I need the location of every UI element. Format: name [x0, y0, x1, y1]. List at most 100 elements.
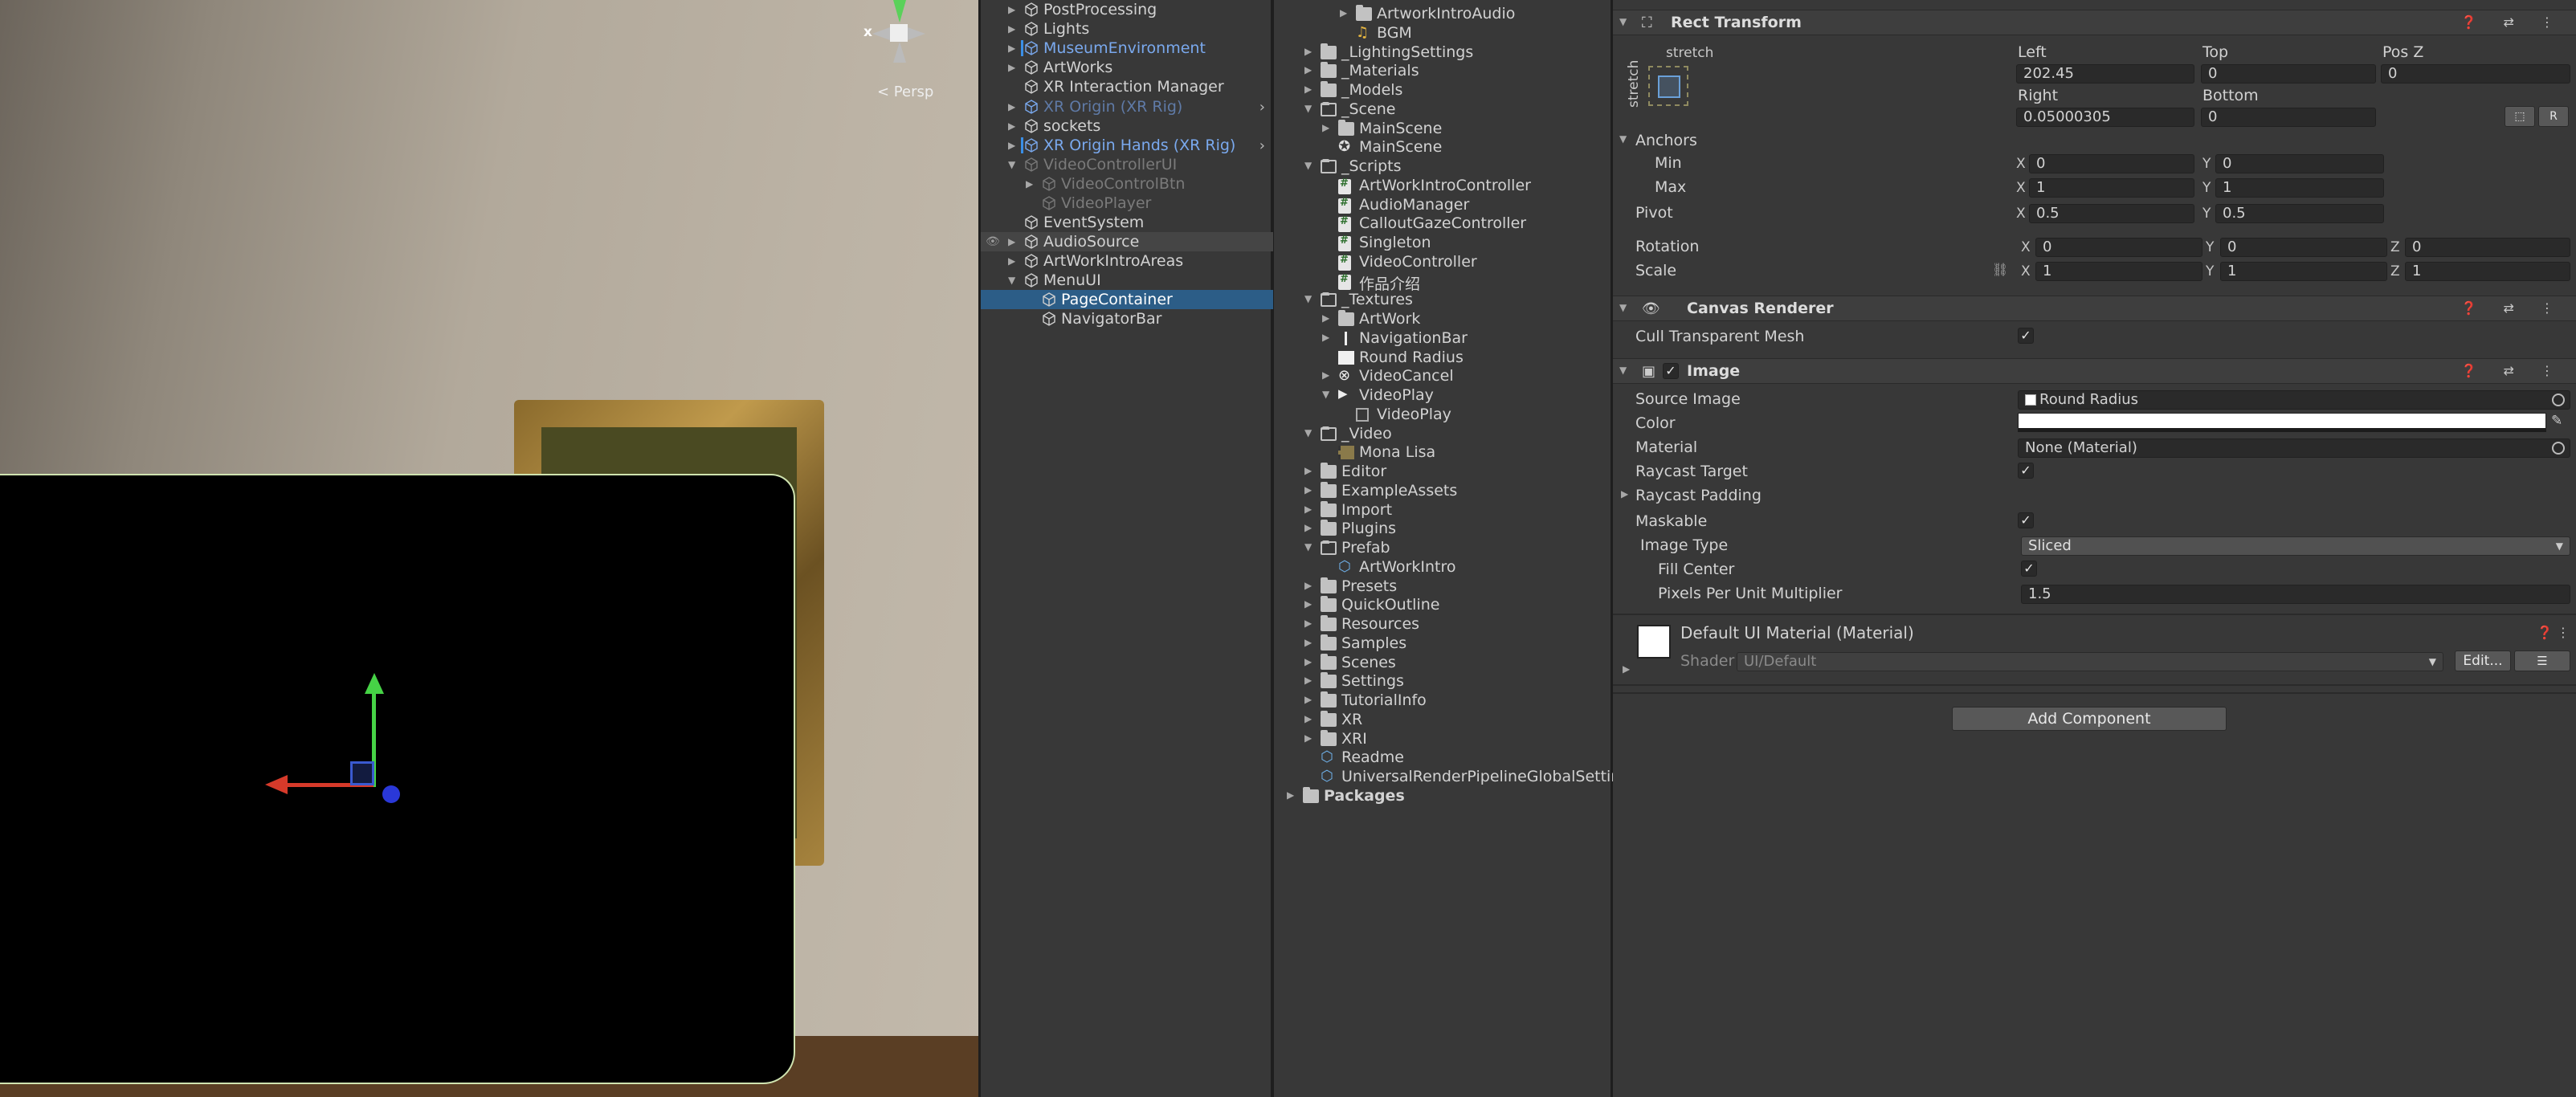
collapsed-arrow-icon[interactable]: ▶	[1304, 84, 1312, 95]
project-item[interactable]: ▶ _LightingSettings	[1274, 43, 1610, 63]
move-gizmo-z-axis[interactable]	[382, 785, 400, 803]
rect-transform-header[interactable]: ▼ ⛶ Rect Transform ❓ ⇄ ⋮	[1613, 10, 2576, 35]
project-item[interactable]: VideoController	[1274, 253, 1610, 272]
hierarchy-item[interactable]: ▶ ArtWorkIntroAreas	[981, 251, 1273, 271]
project-item[interactable]: ▶ _Materials	[1274, 62, 1610, 81]
project-item[interactable]: ▶ NavigationBar	[1274, 329, 1610, 349]
fill-center-checkbox[interactable]: ✓	[2021, 561, 2037, 577]
project-item[interactable]: ▶ ArtworkIntroAudio	[1274, 5, 1610, 24]
image-type-dropdown[interactable]: Sliced ▼	[2021, 536, 2570, 556]
collapsed-arrow-icon[interactable]: ▶	[1008, 101, 1015, 112]
hierarchy-item[interactable]: ▶ XR Origin Hands (XR Rig) ›	[981, 136, 1273, 155]
expanded-arrow-icon[interactable]: ▼	[1008, 275, 1015, 286]
hierarchy-item[interactable]: XR Interaction Manager	[981, 77, 1273, 96]
scale-x-field[interactable]: 1	[2035, 262, 2202, 281]
rot-z-field[interactable]: 0	[2405, 238, 2570, 257]
collapsed-arrow-icon[interactable]: ▶	[1304, 694, 1312, 705]
hierarchy-item[interactable]: ▶ sockets	[981, 116, 1273, 136]
component-header-icons[interactable]: ❓ ⇄ ⋮	[2461, 300, 2566, 316]
project-item[interactable]: ▼ Prefab	[1274, 539, 1610, 558]
project-item[interactable]: ▼ _Textures	[1274, 291, 1610, 310]
max-y-field[interactable]: 1	[2215, 178, 2384, 198]
rot-y-field[interactable]: 0	[2220, 238, 2387, 257]
project-item[interactable]: Round Radius	[1274, 349, 1610, 368]
project-item[interactable]: ▶ ⊗ VideoCancel	[1274, 367, 1610, 386]
maskable-checkbox[interactable]: ✓	[2018, 512, 2034, 528]
hierarchy-item[interactable]: ▶ VideoControlBtn	[981, 174, 1273, 194]
project-item[interactable]: ▼ _Video	[1274, 425, 1610, 444]
hierarchy-item[interactable]: ▶ PostProcessing	[981, 0, 1273, 19]
collapsed-arrow-icon[interactable]: ▶	[1008, 4, 1015, 15]
project-item[interactable]: 作品介绍	[1274, 272, 1610, 293]
move-gizmo-plane-handle[interactable]	[350, 761, 374, 785]
pixels-per-unit-field[interactable]: 1.5	[2021, 585, 2570, 604]
source-image-field[interactable]: Round Radius	[2018, 390, 2570, 410]
material-field[interactable]: None (Material)	[2018, 438, 2570, 458]
collapsed-arrow-icon[interactable]: ▶	[1304, 64, 1312, 75]
collapsed-arrow-icon[interactable]: ▶	[1304, 598, 1312, 610]
collapsed-arrow-icon[interactable]: ▶	[1287, 789, 1294, 801]
image-enabled-checkbox[interactable]: ✓	[1663, 363, 1679, 379]
hierarchy-item[interactable]: PageContainer	[981, 290, 1273, 309]
expanded-arrow-icon[interactable]: ▼	[1304, 427, 1312, 438]
project-item[interactable]: ▶ Scenes	[1274, 653, 1610, 673]
project-item[interactable]: ♫ BGM	[1274, 24, 1610, 43]
project-item[interactable]: ▶ TutorialInfo	[1274, 691, 1610, 711]
anchor-preset-button[interactable]	[1648, 66, 1688, 106]
material-help-icon[interactable]: ❓ ⋮	[2537, 625, 2570, 640]
cull-transparent-mesh-checkbox[interactable]: ✓	[2018, 328, 2034, 344]
visibility-eye-icon[interactable]: 👁	[986, 235, 1000, 248]
project-item[interactable]: ▶ ExampleAssets	[1274, 481, 1610, 501]
project-item[interactable]: AudioManager	[1274, 196, 1610, 215]
project-item[interactable]: ⬡ Readme	[1274, 748, 1610, 768]
top-field[interactable]: 0	[2201, 64, 2376, 84]
collapsed-arrow-icon[interactable]: ▶	[1008, 140, 1015, 151]
pivot-y-field[interactable]: 0.5	[2215, 204, 2384, 223]
scale-y-field[interactable]: 1	[2220, 262, 2387, 281]
project-item[interactable]: ▼ _Scripts	[1274, 157, 1610, 177]
project-item[interactable]: ▶ ArtWork	[1274, 310, 1610, 329]
project-item[interactable]: ▶ Settings	[1274, 672, 1610, 691]
material-fold-arrow-icon[interactable]: ▶	[1623, 663, 1630, 675]
collapsed-arrow-icon[interactable]: ▶	[1008, 43, 1015, 54]
page-container-rect[interactable]	[0, 474, 795, 1084]
collapsed-arrow-icon[interactable]: ▶	[1304, 637, 1312, 648]
raycast-padding-fold-arrow-icon[interactable]: ▶	[1621, 488, 1628, 500]
collapsed-arrow-icon[interactable]: ▶	[1008, 120, 1015, 132]
project-item[interactable]: Singleton	[1274, 234, 1610, 253]
left-field[interactable]: 202.45	[2016, 64, 2194, 84]
blueprint-mode-button[interactable]: ⬚	[2505, 106, 2535, 127]
project-item[interactable]: Mona Lisa	[1274, 443, 1610, 463]
orientation-gizmo-icon[interactable]	[861, 0, 941, 71]
collapsed-arrow-icon[interactable]: ▶	[1322, 369, 1329, 381]
raw-edit-button[interactable]: R	[2538, 106, 2569, 127]
expanded-arrow-icon[interactable]: ▼	[1304, 293, 1312, 304]
project-item[interactable]: ▶ _Models	[1274, 81, 1610, 100]
project-item[interactable]: ⬡ ArtWorkIntro	[1274, 558, 1610, 577]
raycast-padding-label[interactable]: Raycast Padding	[1635, 487, 1762, 504]
project-item[interactable]: ▶ Presets	[1274, 577, 1610, 597]
collapsed-arrow-icon[interactable]: ▶	[1304, 522, 1312, 533]
project-item[interactable]: ▶ Plugins	[1274, 520, 1610, 539]
collapsed-arrow-icon[interactable]: ▶	[1008, 255, 1015, 267]
hierarchy-item[interactable]: ▼ VideoControllerUI	[981, 155, 1273, 174]
collapsed-arrow-icon[interactable]: ▶	[1008, 62, 1015, 73]
right-field[interactable]: 0.05000305	[2016, 108, 2194, 127]
hierarchy-item[interactable]: ▶ XR Origin (XR Rig) ›	[981, 97, 1273, 116]
expanded-arrow-icon[interactable]: ▼	[1304, 103, 1312, 114]
project-item[interactable]: CalloutGazeController	[1274, 214, 1610, 234]
collapsed-arrow-icon[interactable]: ▶	[1304, 656, 1312, 667]
project-item[interactable]: ▶ XRI	[1274, 729, 1610, 749]
collapsed-arrow-icon[interactable]: ▶	[1304, 713, 1312, 724]
collapsed-arrow-icon[interactable]: ▶	[1026, 178, 1033, 190]
chevron-right-icon[interactable]: ›	[1259, 99, 1265, 116]
collapsed-arrow-icon[interactable]: ▶	[1008, 23, 1015, 35]
project-item[interactable]: ⬡ UniversalRenderPipelineGlobalSettings	[1274, 768, 1638, 787]
collapsed-arrow-icon[interactable]: ▶	[1322, 122, 1329, 133]
collapsed-arrow-icon[interactable]: ▶	[1304, 675, 1312, 686]
fold-arrow-icon[interactable]: ▼	[1619, 16, 1627, 27]
collapsed-arrow-icon[interactable]: ▶	[1304, 580, 1312, 591]
hierarchy-item[interactable]: ▶ Lights	[981, 19, 1273, 39]
hierarchy-item[interactable]: EventSystem	[981, 213, 1273, 232]
collapsed-arrow-icon[interactable]: ▶	[1304, 484, 1312, 495]
